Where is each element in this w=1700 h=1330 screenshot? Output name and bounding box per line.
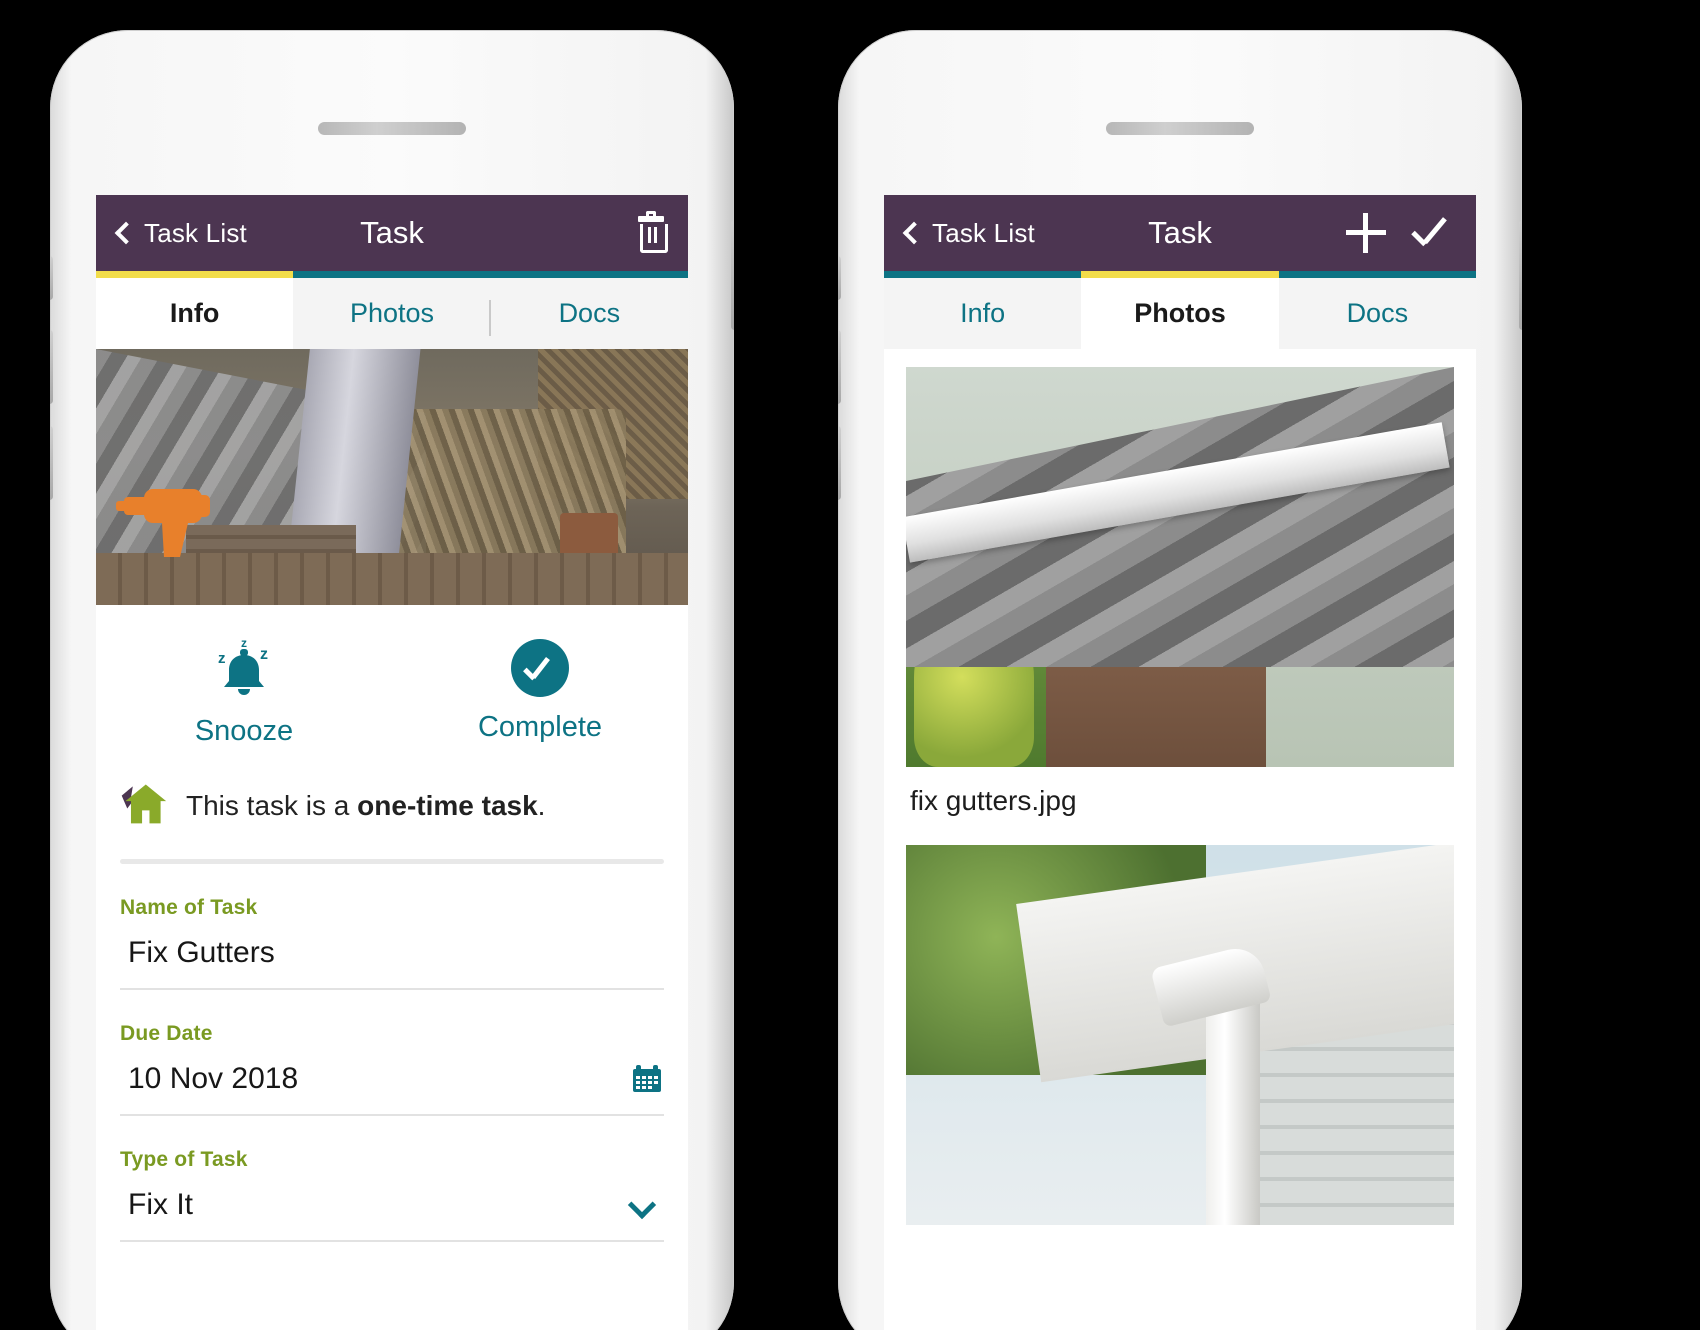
svg-text:z: z	[260, 646, 268, 663]
drill-icon	[116, 481, 226, 559]
house-icon	[118, 780, 168, 831]
back-to-task-list-button-right[interactable]: Task List	[902, 217, 1035, 249]
app-screen-right: Task List Task Info Photos Docs fix gutt…	[884, 195, 1476, 1330]
tab-info-label: Info	[169, 298, 220, 328]
trash-icon[interactable]	[636, 211, 668, 253]
plus-icon[interactable]	[1346, 213, 1386, 253]
tab-info[interactable]: Info	[884, 271, 1082, 349]
recurrence-text: This task is a one-time task.	[186, 790, 545, 822]
tab-docs-label: Docs	[558, 298, 621, 328]
tab-photos[interactable]: Photos	[1081, 271, 1279, 349]
power-button-right[interactable]	[1519, 220, 1522, 330]
back-to-task-list-button[interactable]: Task List	[114, 217, 247, 249]
field-type-of-task-row[interactable]: Fix It	[120, 1172, 664, 1242]
chevron-left-icon	[114, 221, 138, 245]
photo-list-item[interactable]	[906, 845, 1454, 1225]
recurrence-row: This task is a one-time task.	[96, 770, 688, 853]
tab-photos-label: Photos	[1134, 298, 1226, 328]
tab-photos[interactable]: Photos	[293, 271, 491, 349]
complete-label: Complete	[477, 711, 603, 743]
photo-thumbnail[interactable]	[906, 845, 1454, 1225]
snooze-label: Snooze	[194, 715, 294, 747]
type-of-task-select[interactable]: Fix It	[128, 1188, 193, 1222]
chevron-left-icon	[902, 221, 926, 245]
check-icon[interactable]	[1412, 216, 1454, 250]
tab-bar-right: Info Photos Docs	[884, 271, 1476, 349]
silent-switch-right[interactable]	[838, 256, 841, 300]
phone-device-left: Task List Task Info Photos Docs z z z Sn…	[50, 30, 734, 1330]
field-name-of-task: Name of Task Fix Gutters	[96, 864, 688, 990]
tab-info[interactable]: Info	[96, 271, 294, 349]
snooze-bell-icon: z z z	[208, 636, 280, 701]
phone-device-right: Task List Task Info Photos Docs fix gutt…	[838, 30, 1522, 1330]
svg-text:z: z	[241, 639, 247, 650]
photo-thumbnail[interactable]	[906, 367, 1454, 767]
task-hero-image[interactable]	[96, 349, 688, 605]
hero-ground	[96, 553, 688, 605]
navigation-bar-left: Task List Task	[96, 195, 688, 271]
earpiece-speaker	[318, 122, 466, 135]
back-button-label-right: Task List	[932, 217, 1035, 248]
tab-bar-left: Info Photos Docs	[96, 271, 688, 349]
volume-up-button[interactable]	[50, 330, 53, 404]
earpiece-speaker-right	[1106, 122, 1254, 135]
tab-info-label: Info	[960, 298, 1006, 328]
silent-switch[interactable]	[50, 256, 53, 300]
photo-list-item[interactable]: fix gutters.jpg	[906, 367, 1454, 839]
volume-up-button-right[interactable]	[838, 330, 841, 404]
recurrence-suffix: .	[537, 789, 546, 821]
field-type-of-task: Type of Task Fix It	[96, 1116, 688, 1242]
task-action-row: z z z Snooze Complete	[96, 605, 688, 770]
field-due-date-label: Due Date	[120, 1022, 213, 1045]
field-due-date-row[interactable]: 10 Nov 2018	[120, 1046, 664, 1116]
complete-button[interactable]: Complete	[392, 639, 688, 748]
tab-docs[interactable]: Docs	[1278, 271, 1476, 349]
back-button-label: Task List	[144, 217, 247, 248]
screenshot-stage: Task List Task Info Photos Docs z z z Sn…	[0, 0, 1700, 1330]
calendar-icon[interactable]	[632, 1065, 662, 1093]
recurrence-strong: one-time task	[357, 789, 538, 821]
name-of-task-input[interactable]: Fix Gutters	[128, 936, 275, 970]
tab-photos-label: Photos	[349, 298, 435, 328]
snooze-button[interactable]: z z z Snooze	[96, 636, 392, 748]
field-name-of-task-label: Name of Task	[120, 896, 258, 919]
svg-text:z: z	[218, 650, 226, 667]
trash-lid-part	[646, 211, 656, 216]
field-due-date: Due Date 10 Nov 2018	[96, 990, 688, 1116]
field-name-of-task-row[interactable]: Fix Gutters	[120, 920, 664, 990]
check-circle-icon	[511, 639, 569, 697]
field-type-of-task-label: Type of Task	[120, 1148, 248, 1171]
tab-docs[interactable]: Docs	[490, 271, 688, 349]
due-date-input[interactable]: 10 Nov 2018	[128, 1062, 298, 1096]
navbar-actions-left	[636, 211, 668, 253]
tab-docs-label: Docs	[1346, 298, 1409, 328]
power-button[interactable]	[731, 220, 734, 330]
photo-list: fix gutters.jpg	[884, 349, 1476, 1225]
recurrence-prefix: This task is a	[186, 789, 358, 821]
navigation-bar-right: Task List Task	[884, 195, 1476, 271]
chevron-down-icon[interactable]	[627, 1190, 657, 1220]
navbar-actions-right	[1346, 213, 1454, 253]
volume-down-button[interactable]	[50, 426, 53, 500]
photo-caption: fix gutters.jpg	[910, 785, 1077, 816]
volume-down-button-right[interactable]	[838, 426, 841, 500]
app-screen-left: Task List Task Info Photos Docs z z z Sn…	[96, 195, 688, 1330]
